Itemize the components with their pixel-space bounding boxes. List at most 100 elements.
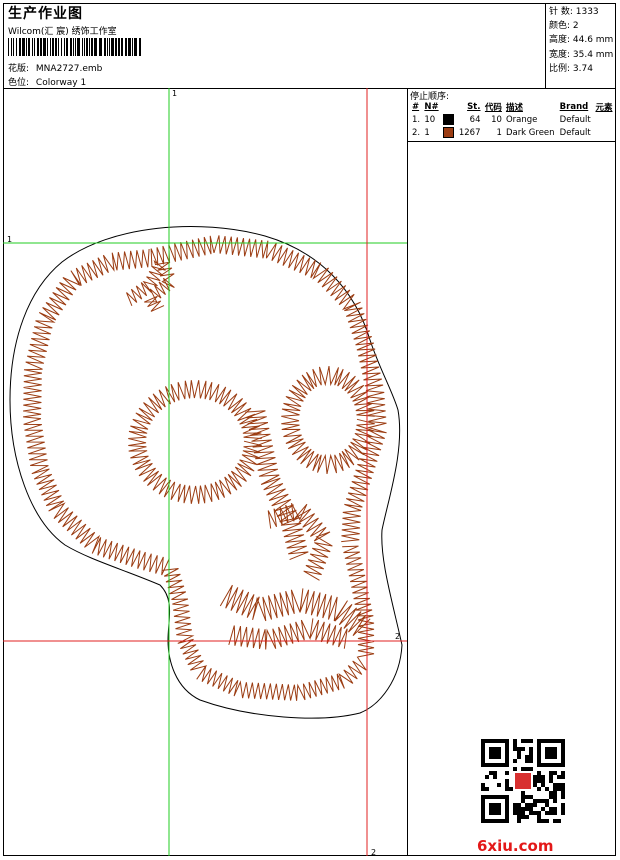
qr-cell [505, 807, 509, 811]
qr-cell [537, 815, 541, 819]
qr-cell [557, 819, 561, 823]
qr-cell [493, 771, 497, 775]
qr-cell [517, 803, 521, 807]
qr-code [481, 739, 565, 823]
qr-cell [513, 803, 517, 807]
qr-cell [541, 775, 545, 779]
qr-cell [553, 799, 557, 803]
qr-cell [557, 787, 561, 791]
qr-cell [541, 783, 545, 787]
qr-cell [497, 739, 501, 743]
qr-cell [549, 807, 553, 811]
qr-cell [513, 743, 517, 747]
qr-cell [525, 759, 529, 763]
qr-cell [549, 779, 553, 783]
qr-cell [505, 751, 509, 755]
qr-cell [541, 799, 545, 803]
qr-cell [553, 811, 557, 815]
qr-cell [501, 795, 505, 799]
qr-cell [549, 755, 553, 759]
qr-cell [489, 803, 493, 807]
qr-cell [485, 819, 489, 823]
qr-cell [529, 811, 533, 815]
qr-cell [517, 751, 521, 755]
qr-cell [549, 771, 553, 775]
qr-cell [497, 811, 501, 815]
qr-cell [493, 751, 497, 755]
qr-cell [481, 739, 485, 743]
qr-cell [489, 755, 493, 759]
embroidery-design-canvas [3, 88, 407, 856]
qr-cell [545, 755, 549, 759]
qr-cell [561, 811, 565, 815]
qr-cell [485, 787, 489, 791]
qr-cell [481, 815, 485, 819]
qr-cell [541, 807, 545, 811]
qr-cell [517, 819, 521, 823]
qr-cell [505, 771, 509, 775]
qr-cell [485, 775, 489, 779]
qr-cell [489, 763, 493, 767]
qr-cell [493, 763, 497, 767]
qr-cell [497, 783, 501, 787]
qr-cell [561, 791, 565, 795]
qr-cell [529, 807, 533, 811]
qr-cell [557, 775, 561, 779]
qr-cell [505, 763, 509, 767]
qr-cell [481, 783, 485, 787]
qr-cell [493, 755, 497, 759]
qr-cell [517, 815, 521, 819]
qr-cell [525, 767, 529, 771]
qr-cell [545, 739, 549, 743]
qr-cell [525, 803, 529, 807]
qr-cell [537, 759, 541, 763]
qr-cell [549, 775, 553, 779]
qr-cell [537, 771, 541, 775]
qr-cell [545, 811, 549, 815]
qr-cell [517, 811, 521, 815]
qr-cell [485, 795, 489, 799]
qr-cell [553, 739, 557, 743]
qr-cell [505, 743, 509, 747]
qr-cell [481, 755, 485, 759]
qr-cell [497, 755, 501, 759]
qr-cell [493, 807, 497, 811]
stitch-run [281, 366, 375, 474]
qr-cell [533, 803, 537, 807]
qr-cell [525, 739, 529, 743]
qr-cell [537, 763, 541, 767]
qr-cell [505, 799, 509, 803]
qr-cell [489, 771, 493, 775]
qr-cell [521, 811, 525, 815]
qr-cell [561, 755, 565, 759]
qr-cell [537, 775, 541, 779]
stitch-run [23, 248, 170, 576]
qr-cell [493, 811, 497, 815]
guide-label-green-v: 1 [172, 89, 178, 98]
qr-cell [517, 755, 521, 759]
qr-cell [481, 799, 485, 803]
qr-cell [533, 799, 537, 803]
qr-cell [505, 819, 509, 823]
qr-cell [497, 803, 501, 807]
qr-cell [501, 763, 505, 767]
qr-cell [505, 795, 509, 799]
qr-cell [541, 763, 545, 767]
qr-cell [545, 751, 549, 755]
qr-cell [553, 747, 557, 751]
qr-cell [505, 803, 509, 807]
qr-cell [481, 811, 485, 815]
qr-cell [509, 787, 513, 791]
qr-cell [557, 783, 561, 787]
watermark-logo: 6xiu.com [477, 837, 554, 855]
qr-cell [493, 775, 497, 779]
qr-cell [497, 747, 501, 751]
qr-cell [505, 811, 509, 815]
qr-cell [521, 747, 525, 751]
qr-cell [537, 743, 541, 747]
qr-cell [505, 779, 509, 783]
qr-cell [533, 783, 537, 787]
qr-cell [501, 819, 505, 823]
qr-cell [513, 807, 517, 811]
qr-cell [561, 783, 565, 787]
